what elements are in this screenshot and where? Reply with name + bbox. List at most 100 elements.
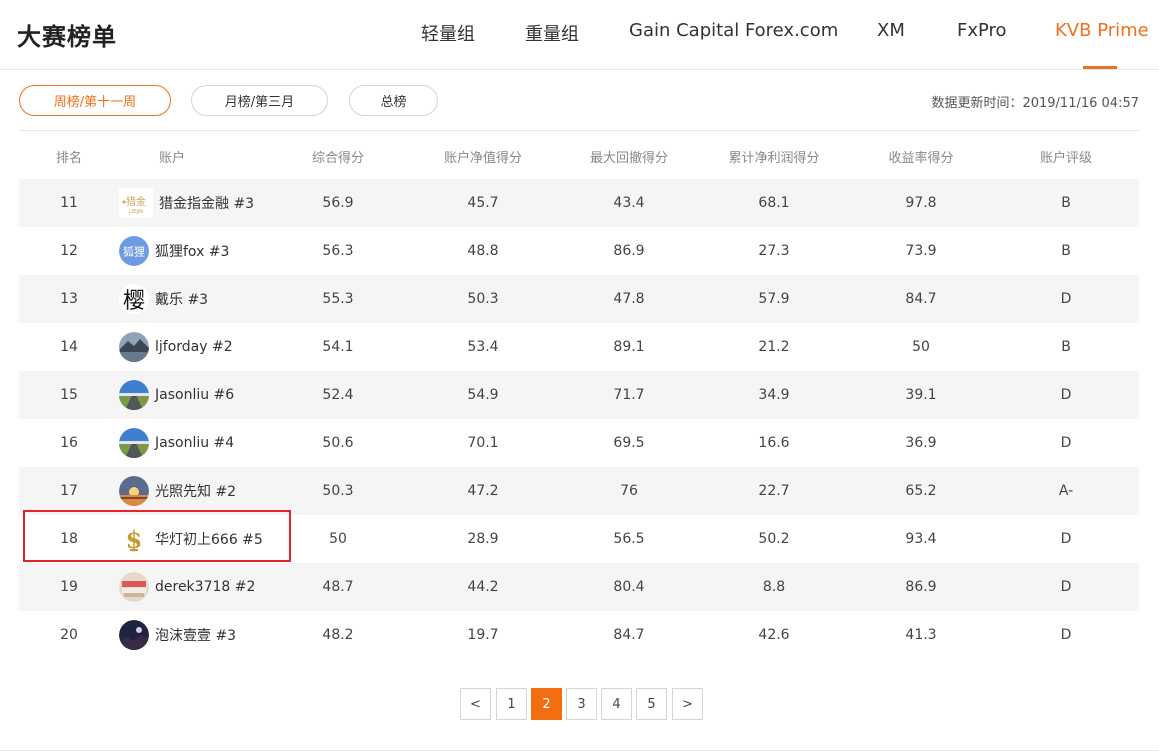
equity-cell: 47.2 — [467, 483, 499, 499]
rank-cell: 11 — [60, 195, 78, 211]
total-cell: 48.7 — [322, 579, 354, 595]
account-cell[interactable]: ljforday #2 — [119, 332, 233, 362]
return-cell: 50 — [912, 339, 930, 355]
page-button-3[interactable]: 3 — [566, 688, 597, 720]
avatar: 樱 — [119, 284, 149, 314]
total-cell: 54.1 — [322, 339, 354, 355]
profit-cell: 42.6 — [758, 627, 790, 643]
nav-item-1[interactable]: 重量组 — [525, 20, 579, 46]
account-cell[interactable]: 泡沫壹壹 #3 — [119, 620, 236, 650]
rating-cell: D — [1060, 291, 1072, 307]
svg-text:猎金: 猎金 — [126, 195, 146, 208]
account-name[interactable]: 光照先知 #2 — [155, 481, 236, 501]
filter-tab-0[interactable]: 周榜/第十一周 — [19, 85, 171, 116]
table-row[interactable]: 13 樱戴乐 #3 55.3 50.3 47.8 57.9 84.7 D — [19, 275, 1139, 323]
total-cell: 56.9 — [322, 195, 354, 211]
table-row[interactable]: 15 Jasonliu #6 52.4 54.9 71.7 34.9 39.1 D — [19, 371, 1139, 419]
column-header[interactable]: 账户评级 — [1040, 147, 1092, 166]
account-name[interactable]: 猎金指金融 #3 — [159, 193, 254, 213]
column-header[interactable]: 账户 — [159, 147, 185, 166]
update-time: 数据更新时间：2019/11/16 04:57 — [931, 96, 1139, 111]
total-cell: 52.4 — [322, 387, 354, 403]
total-cell: 50.3 — [322, 483, 354, 499]
profit-cell: 50.2 — [758, 531, 790, 547]
account-name[interactable]: Jasonliu #4 — [155, 435, 234, 451]
column-header[interactable]: 排名 — [56, 147, 82, 166]
account-name[interactable]: 泡沫壹壹 #3 — [155, 625, 236, 645]
filter-tab-1[interactable]: 月榜/第三月 — [191, 85, 328, 116]
table-row[interactable]: 14 ljforday #2 54.1 53.4 89.1 21.2 50 B — [19, 323, 1139, 371]
account-cell[interactable]: 光照先知 #2 — [119, 476, 236, 506]
rating-cell: A- — [1058, 483, 1074, 499]
rating-cell: B — [1061, 243, 1071, 259]
nav-item-2[interactable]: Gain Capital Forex.com — [629, 20, 838, 41]
account-cell[interactable]: 狐狸 狐狸fox #3 — [119, 236, 229, 266]
total-cell: 56.3 — [322, 243, 354, 259]
profit-cell: 16.6 — [758, 435, 790, 451]
drawdown-cell: 56.5 — [613, 531, 645, 547]
account-cell[interactable]: derek3718 #2 — [119, 572, 255, 602]
page-button-1[interactable]: 1 — [496, 688, 527, 720]
rank-cell: 15 — [60, 387, 78, 403]
account-cell[interactable]: Jasonliu #4 — [119, 428, 234, 458]
highlight-box — [23, 510, 291, 562]
return-cell: 97.8 — [905, 195, 937, 211]
profit-cell: 68.1 — [758, 195, 790, 211]
svg-text:狐狸: 狐狸 — [123, 245, 145, 259]
avatar — [119, 332, 149, 362]
rating-cell: D — [1060, 531, 1072, 547]
page-button-5[interactable]: 5 — [636, 688, 667, 720]
profit-cell: 8.8 — [762, 579, 786, 595]
equity-cell: 48.8 — [467, 243, 499, 259]
avatar — [119, 380, 149, 410]
page-button-2[interactable]: 2 — [531, 688, 562, 720]
table-row[interactable]: 12 狐狸 狐狸fox #3 56.3 48.8 86.9 27.3 73.9 B — [19, 227, 1139, 275]
nav-item-3[interactable]: XM — [877, 20, 905, 41]
page-button-4[interactable]: 4 — [601, 688, 632, 720]
account-name[interactable]: derek3718 #2 — [155, 579, 255, 595]
filter-tab-2[interactable]: 总榜 — [349, 85, 438, 116]
avatar: 猎金 LIEJIN — [119, 188, 153, 218]
rank-cell: 13 — [60, 291, 78, 307]
column-header[interactable]: 累计净利润得分 — [728, 147, 819, 166]
equity-cell: 53.4 — [467, 339, 499, 355]
rank-cell: 19 — [60, 579, 78, 595]
nav-item-5[interactable]: KVB Prime — [1055, 20, 1149, 41]
equity-cell: 45.7 — [467, 195, 499, 211]
table-row[interactable]: 17 光照先知 #2 50.3 47.2 76 22.7 65.2 A- — [19, 467, 1139, 515]
account-name[interactable]: Jasonliu #6 — [155, 387, 234, 403]
return-cell: 93.4 — [905, 531, 937, 547]
rating-cell: D — [1060, 627, 1072, 643]
nav-item-0[interactable]: 轻量组 — [421, 20, 475, 46]
profit-cell: 27.3 — [758, 243, 790, 259]
rank-cell: 16 — [60, 435, 78, 451]
total-cell: 50 — [329, 531, 347, 547]
account-name[interactable]: 狐狸fox #3 — [155, 241, 229, 261]
table-row[interactable]: 16 Jasonliu #4 50.6 70.1 69.5 16.6 36.9 D — [19, 419, 1139, 467]
prev-page-button[interactable]: < — [460, 688, 491, 720]
table-row[interactable]: 20 泡沫壹壹 #3 48.2 19.7 84.7 42.6 41.3 D — [19, 611, 1139, 659]
return-cell: 86.9 — [905, 579, 937, 595]
account-cell[interactable]: 猎金 LIEJIN 猎金指金融 #3 — [119, 188, 254, 218]
equity-cell: 70.1 — [467, 435, 499, 451]
column-header[interactable]: 综合得分 — [312, 147, 364, 166]
table-row[interactable]: 11 猎金 LIEJIN 猎金指金融 #3 56.9 45.7 43.4 68.1 97.8 B — [19, 179, 1139, 227]
account-cell[interactable]: Jasonliu #6 — [119, 380, 234, 410]
nav-item-4[interactable]: FxPro — [957, 20, 1007, 41]
page-title: 大赛榜单 — [17, 23, 117, 51]
next-page-button[interactable]: > — [672, 688, 703, 720]
ranking-table-body: 11 猎金 LIEJIN 猎金指金融 #3 56.9 45.7 43.4 68.1 97.8 B 1… — [19, 179, 1139, 659]
equity-cell: 54.9 — [467, 387, 499, 403]
rank-cell: 20 — [60, 627, 78, 643]
return-cell: 39.1 — [905, 387, 937, 403]
account-cell[interactable]: 樱戴乐 #3 — [119, 284, 208, 314]
column-header[interactable]: 最大回撤得分 — [590, 147, 668, 166]
drawdown-cell: 43.4 — [613, 195, 645, 211]
table-row[interactable]: 19 derek3718 #2 48.7 44.2 80.4 8.8 86.9 D — [19, 563, 1139, 611]
total-cell: 50.6 — [322, 435, 354, 451]
column-header[interactable]: 账户净值得分 — [444, 147, 522, 166]
profit-cell: 21.2 — [758, 339, 790, 355]
column-header[interactable]: 收益率得分 — [888, 147, 953, 166]
account-name[interactable]: 戴乐 #3 — [155, 289, 208, 309]
account-name[interactable]: ljforday #2 — [155, 339, 233, 355]
